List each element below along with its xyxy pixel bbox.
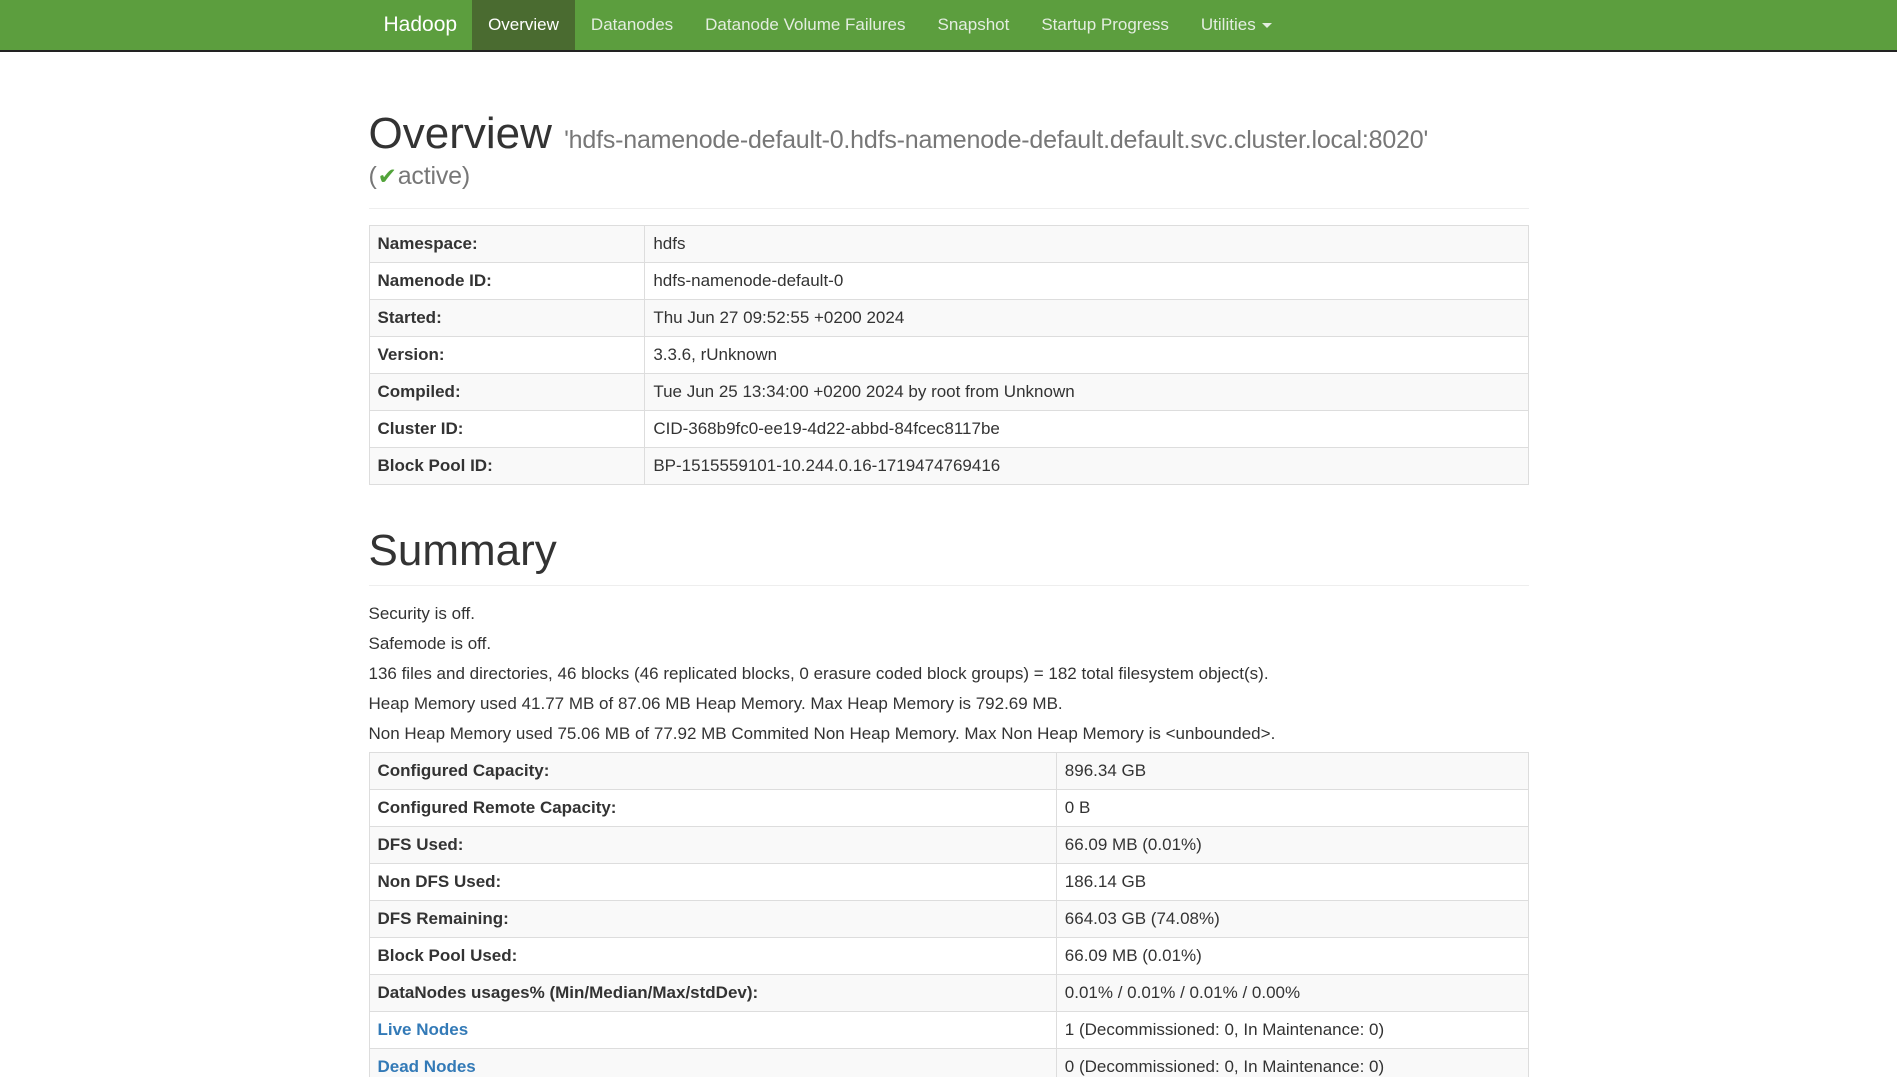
table-row: Configured Capacity: 896.34 GB xyxy=(369,753,1528,790)
table-row: Namespace: hdfs xyxy=(369,225,1528,262)
row-value: 664.03 GB (74.08%) xyxy=(1056,901,1528,938)
overview-table: Namespace: hdfs Namenode ID: hdfs-nameno… xyxy=(369,225,1529,485)
row-value: 66.09 MB (0.01%) xyxy=(1056,827,1528,864)
row-label: Configured Capacity: xyxy=(369,753,1056,790)
row-label: Configured Remote Capacity: xyxy=(369,790,1056,827)
navbar-menu: Overview Datanodes Datanode Volume Failu… xyxy=(472,0,1288,50)
summary-table-section: Configured Capacity: 896.34 GB Configure… xyxy=(369,752,1529,1077)
row-value: hdfs-namenode-default-0 xyxy=(645,262,1528,299)
tab-datanodes[interactable]: Datanodes xyxy=(575,0,689,50)
main-content: Overview 'hdfs-namenode-default-0.hdfs-n… xyxy=(354,52,1544,1077)
status-label: active xyxy=(398,162,462,190)
row-label: Block Pool Used: xyxy=(369,938,1056,975)
table-row: Live Nodes 1 (Decommissioned: 0, In Main… xyxy=(369,1012,1528,1049)
page-title: Overview 'hdfs-namenode-default-0.hdfs-n… xyxy=(369,110,1529,196)
row-value: CID-368b9fc0-ee19-4d22-abbd-84fcec8117be xyxy=(645,410,1528,447)
menu-utilities[interactable]: Utilities xyxy=(1185,0,1288,50)
navbar: Hadoop Overview Datanodes Datanode Volum… xyxy=(0,0,1897,52)
row-label: Cluster ID: xyxy=(369,410,645,447)
row-label: Live Nodes xyxy=(369,1012,1056,1049)
row-label: Dead Nodes xyxy=(369,1049,1056,1077)
row-label: Started: xyxy=(369,299,645,336)
summary-line-safemode: Safemode is off. xyxy=(369,632,1529,656)
brand-link[interactable]: Hadoop xyxy=(369,0,473,50)
row-value: 3.3.6, rUnknown xyxy=(645,336,1528,373)
row-value: Tue Jun 25 13:34:00 +0200 2024 by root f… xyxy=(645,373,1528,410)
row-label: Non DFS Used: xyxy=(369,864,1056,901)
row-value: 66.09 MB (0.01%) xyxy=(1056,938,1528,975)
tab-snapshot[interactable]: Snapshot xyxy=(922,0,1026,50)
table-row: Block Pool ID: BP-1515559101-10.244.0.16… xyxy=(369,447,1528,484)
row-label: DataNodes usages% (Min/Median/Max/stdDev… xyxy=(369,975,1056,1012)
caret-down-icon xyxy=(1262,23,1272,28)
row-label: Compiled: xyxy=(369,373,645,410)
row-value: 1 (Decommissioned: 0, In Maintenance: 0) xyxy=(1056,1012,1528,1049)
summary-section: Summary Security is off. Safemode is off… xyxy=(369,527,1529,746)
menu-utilities-label: Utilities xyxy=(1201,15,1256,34)
active-check-icon: ✔ xyxy=(377,163,398,189)
summary-line-files: 136 files and directories, 46 blocks (46… xyxy=(369,662,1529,686)
row-value: 186.14 GB xyxy=(1056,864,1528,901)
page-title-text: Overview xyxy=(369,109,552,158)
namenode-status: (✔active) xyxy=(369,158,1529,196)
table-row: Namenode ID: hdfs-namenode-default-0 xyxy=(369,262,1528,299)
tab-overview-label: Overview xyxy=(488,15,559,34)
tab-datanodes-label: Datanodes xyxy=(591,15,673,34)
summary-heading: Summary xyxy=(369,527,1529,575)
tab-startup-progress-label: Startup Progress xyxy=(1041,15,1169,34)
row-label: Namespace: xyxy=(369,225,645,262)
row-value: 896.34 GB xyxy=(1056,753,1528,790)
table-row: Compiled: Tue Jun 25 13:34:00 +0200 2024… xyxy=(369,373,1528,410)
table-row: Cluster ID: CID-368b9fc0-ee19-4d22-abbd-… xyxy=(369,410,1528,447)
tab-datanode-volume-failures-label: Datanode Volume Failures xyxy=(705,15,905,34)
row-label: DFS Remaining: xyxy=(369,901,1056,938)
summary-line-nonheap: Non Heap Memory used 75.06 MB of 77.92 M… xyxy=(369,722,1529,746)
divider xyxy=(369,208,1529,209)
dead-nodes-link[interactable]: Dead Nodes xyxy=(378,1057,476,1076)
summary-line-security: Security is off. xyxy=(369,602,1529,626)
row-value: 0.01% / 0.01% / 0.01% / 0.00% xyxy=(1056,975,1528,1012)
summary-line-heap: Heap Memory used 41.77 MB of 87.06 MB He… xyxy=(369,692,1529,716)
tab-overview[interactable]: Overview xyxy=(472,0,575,50)
tab-startup-progress[interactable]: Startup Progress xyxy=(1025,0,1185,50)
table-row: Version: 3.3.6, rUnknown xyxy=(369,336,1528,373)
table-row: DFS Remaining: 664.03 GB (74.08%) xyxy=(369,901,1528,938)
row-value: hdfs xyxy=(645,225,1528,262)
live-nodes-link[interactable]: Live Nodes xyxy=(378,1020,469,1039)
status-close-paren: ) xyxy=(462,162,470,190)
table-row: Dead Nodes 0 (Decommissioned: 0, In Main… xyxy=(369,1049,1528,1077)
row-label: Namenode ID: xyxy=(369,262,645,299)
tab-snapshot-label: Snapshot xyxy=(938,15,1010,34)
row-value: 0 B xyxy=(1056,790,1528,827)
divider xyxy=(369,585,1529,586)
row-label: DFS Used: xyxy=(369,827,1056,864)
tab-datanode-volume-failures[interactable]: Datanode Volume Failures xyxy=(689,0,921,50)
row-value: 0 (Decommissioned: 0, In Maintenance: 0) xyxy=(1056,1049,1528,1077)
table-row: DataNodes usages% (Min/Median/Max/stdDev… xyxy=(369,975,1528,1012)
table-row: Block Pool Used: 66.09 MB (0.01%) xyxy=(369,938,1528,975)
table-row: Started: Thu Jun 27 09:52:55 +0200 2024 xyxy=(369,299,1528,336)
row-label: Block Pool ID: xyxy=(369,447,645,484)
table-row: Non DFS Used: 186.14 GB xyxy=(369,864,1528,901)
row-label: Version: xyxy=(369,336,645,373)
namenode-address: 'hdfs-namenode-default-0.hdfs-namenode-d… xyxy=(564,126,1428,154)
status-open-paren: ( xyxy=(369,162,377,190)
row-value: BP-1515559101-10.244.0.16-1719474769416 xyxy=(645,447,1528,484)
table-row: DFS Used: 66.09 MB (0.01%) xyxy=(369,827,1528,864)
row-value: Thu Jun 27 09:52:55 +0200 2024 xyxy=(645,299,1528,336)
table-row: Configured Remote Capacity: 0 B xyxy=(369,790,1528,827)
summary-table: Configured Capacity: 896.34 GB Configure… xyxy=(369,752,1529,1077)
